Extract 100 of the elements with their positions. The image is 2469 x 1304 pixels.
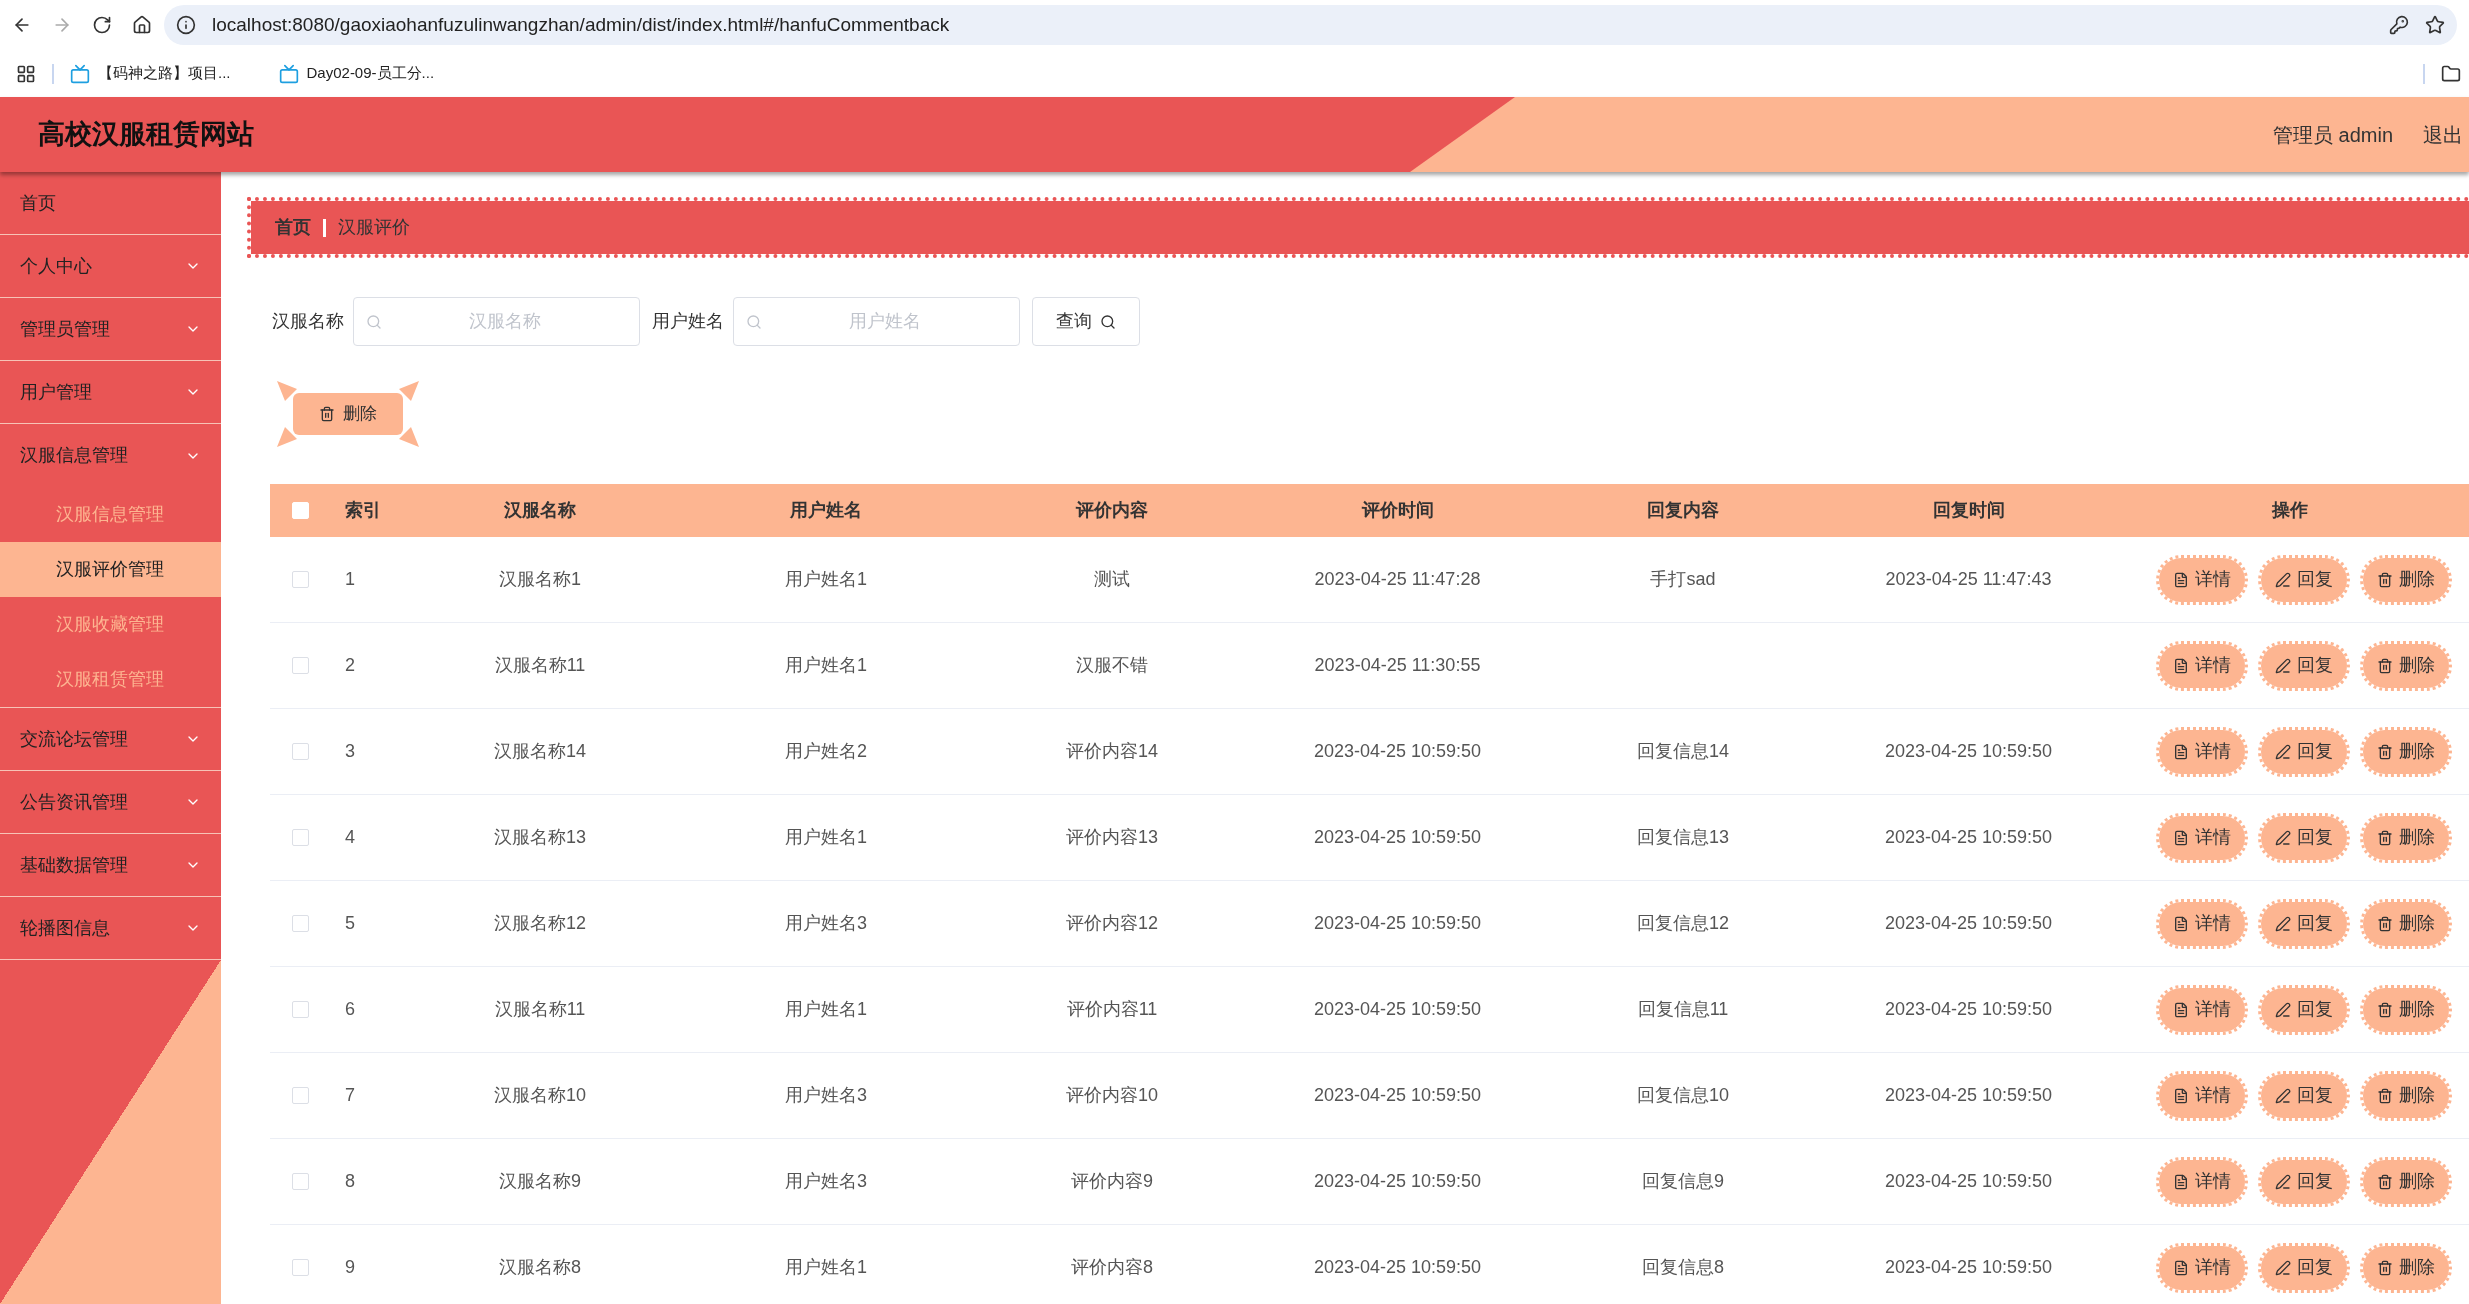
trash-icon: [2377, 1259, 2393, 1276]
field-label: 汉服名称: [272, 310, 344, 333]
table-cell: 2023-04-25 10:59:50: [1313, 1085, 1482, 1105]
home-icon[interactable]: [132, 15, 152, 35]
checkbox[interactable]: [291, 657, 309, 674]
search-field[interactable]: 用户姓名: [733, 297, 1020, 346]
star-icon[interactable]: [2425, 15, 2445, 35]
pen-icon: [2275, 743, 2291, 760]
checkbox[interactable]: [291, 571, 309, 588]
folder-icon[interactable]: [2441, 63, 2461, 84]
pen-icon: [2275, 657, 2291, 674]
column-header: 评价时间: [1361, 499, 1434, 522]
table-cell: 2023-04-25 10:59:50: [1884, 1257, 2053, 1277]
table-cell: 5: [345, 913, 355, 933]
action-button[interactable]: 删除: [2360, 812, 2452, 863]
checkbox[interactable]: [291, 1259, 309, 1276]
info-icon[interactable]: [176, 15, 196, 35]
table-cell: 1: [345, 569, 355, 589]
menu-item[interactable]: 用户管理: [0, 361, 221, 424]
action-button[interactable]: 详情: [2156, 898, 2248, 949]
document-icon: [2173, 915, 2189, 932]
query-button[interactable]: 查询: [1032, 297, 1140, 346]
bookmark[interactable]: 【码神之路】项目...: [70, 62, 231, 85]
action-button[interactable]: 详情: [2156, 726, 2248, 777]
menu-item[interactable]: 公告资讯管理: [0, 771, 221, 834]
table-cell: 2023-04-25 10:59:50: [1884, 999, 2053, 1019]
action-button[interactable]: 详情: [2156, 1156, 2248, 1207]
breadcrumb-link[interactable]: 汉服评价: [338, 214, 410, 241]
table-cell: 回复信息10: [1637, 1085, 1729, 1105]
action-button[interactable]: 回复: [2258, 1070, 2350, 1121]
search-input[interactable]: 汉服名称: [382, 308, 627, 335]
trash-icon: [2377, 915, 2393, 932]
action-button[interactable]: 详情: [2156, 1242, 2248, 1293]
checkbox[interactable]: [291, 1087, 309, 1104]
menu-item[interactable]: 基础数据管理: [0, 834, 221, 897]
table-cell: 汉服名称14: [494, 741, 586, 761]
action-button[interactable]: 详情: [2156, 554, 2248, 605]
checkbox[interactable]: [291, 915, 309, 932]
checkbox[interactable]: [291, 1173, 309, 1190]
action-button[interactable]: 回复: [2258, 812, 2350, 863]
action-button[interactable]: 详情: [2156, 1070, 2248, 1121]
action-button[interactable]: 删除: [2360, 1242, 2452, 1293]
action-button[interactable]: 删除: [2360, 984, 2452, 1035]
submenu-item[interactable]: 汉服评价管理: [0, 542, 221, 597]
action-button[interactable]: 回复: [2258, 984, 2350, 1035]
action-button[interactable]: 删除: [2360, 898, 2452, 949]
table-cell: 回复信息12: [1637, 913, 1729, 933]
pen-icon: [2275, 571, 2291, 588]
action-button[interactable]: 回复: [2258, 726, 2350, 777]
action-button[interactable]: 删除: [2360, 554, 2452, 605]
key-icon[interactable]: [2389, 15, 2409, 35]
action-button[interactable]: 回复: [2258, 554, 2350, 605]
table-cell: 2023-04-25 10:59:50: [1313, 741, 1482, 761]
column-header: 操作: [2272, 499, 2308, 522]
menu-item[interactable]: 个人中心: [0, 235, 221, 298]
action-button[interactable]: 回复: [2258, 640, 2350, 691]
action-button[interactable]: 回复: [2258, 898, 2350, 949]
menu-item[interactable]: 汉服信息管理: [0, 424, 221, 487]
table-cell: 2023-04-25 10:59:50: [1313, 1171, 1482, 1191]
search-input[interactable]: 用户姓名: [762, 308, 1007, 335]
action-button[interactable]: 详情: [2156, 640, 2248, 691]
action-button[interactable]: 详情: [2156, 812, 2248, 863]
table-cell: 用户姓名1: [785, 1257, 867, 1277]
menu-item[interactable]: 首页: [0, 172, 221, 235]
reload-icon[interactable]: [92, 15, 112, 35]
tv-icon: [70, 63, 90, 84]
table-cell: 评价内容11: [1066, 999, 1158, 1019]
trash-icon: [2377, 571, 2393, 588]
action-button[interactable]: 回复: [2258, 1242, 2350, 1293]
site-title: 高校汉服租赁网站: [38, 118, 254, 152]
action-button[interactable]: 详情: [2156, 984, 2248, 1035]
action-button[interactable]: 删除: [2360, 726, 2452, 777]
table-cell: 回复信息13: [1637, 827, 1729, 847]
trash-icon: [2377, 1001, 2393, 1018]
column-header: 用户姓名: [790, 499, 862, 522]
table-cell: 2: [345, 655, 355, 675]
table-cell: 2023-04-25 10:59:50: [1884, 913, 2053, 933]
action-button[interactable]: 回复: [2258, 1156, 2350, 1207]
pen-icon: [2275, 1087, 2291, 1104]
menu-item[interactable]: 交流论坛管理: [0, 708, 221, 771]
delete-button[interactable]: 删除: [277, 381, 419, 447]
breadcrumb-link[interactable]: 首页: [275, 214, 311, 241]
search-field[interactable]: 汉服名称: [353, 297, 640, 346]
action-button[interactable]: 删除: [2360, 640, 2452, 691]
table-cell: 评价内容12: [1066, 913, 1158, 933]
address-bar[interactable]: localhost:8080/gaoxiaohanfuzulinwangzhan/admin/dist/index.html#/hanfuCommentback: [164, 5, 2457, 45]
bookmark[interactable]: Day02-09-员工分...: [278, 62, 435, 85]
apps-grid-icon[interactable]: [16, 63, 36, 84]
logout-link[interactable]: 退出: [2423, 119, 2463, 150]
checkbox[interactable]: [291, 829, 309, 846]
table-cell: 评价内容14: [1066, 741, 1158, 761]
checkbox[interactable]: [291, 743, 309, 760]
table-cell: 2023-04-25 10:59:50: [1313, 1257, 1482, 1277]
action-button[interactable]: 删除: [2360, 1070, 2452, 1121]
menu-item[interactable]: 管理员管理: [0, 298, 221, 361]
document-icon: [2173, 657, 2189, 674]
table-cell: 2023-04-25 10:59:50: [1884, 1171, 2053, 1191]
table-cell: 用户姓名3: [785, 913, 867, 933]
checkbox[interactable]: [291, 1001, 309, 1018]
action-button[interactable]: 删除: [2360, 1156, 2452, 1207]
